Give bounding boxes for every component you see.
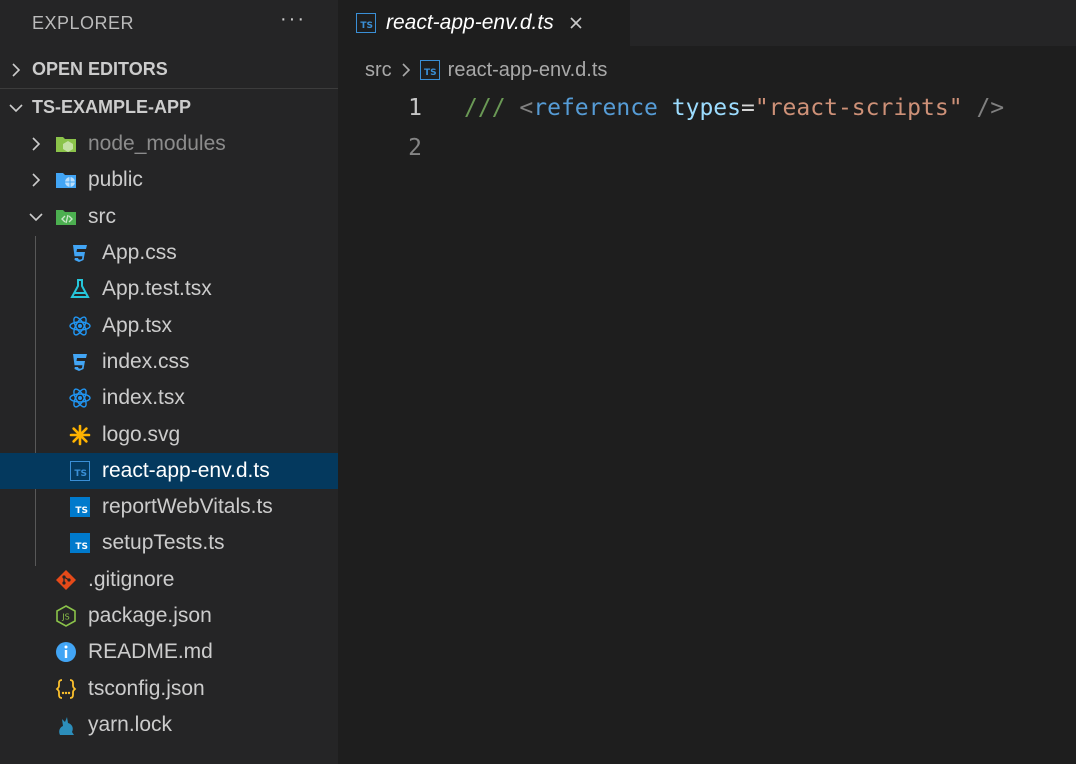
editor-tab-bar: TS react-app-env.d.ts [338, 0, 1076, 46]
tree-file-gitignore[interactable]: .gitignore [0, 562, 338, 598]
chevron-down-icon [28, 209, 50, 225]
typescript-icon: TS [66, 529, 94, 557]
tree-file-index-tsx[interactable]: index.tsx [0, 380, 338, 416]
code-token: /> [976, 95, 1005, 121]
chevron-right-icon [28, 136, 50, 152]
git-icon [52, 566, 80, 594]
tree-folder-public[interactable]: public [0, 162, 338, 198]
open-editors-section[interactable]: OPEN EDITORS [0, 51, 338, 88]
chevron-down-icon [0, 100, 32, 116]
tab-label: react-app-env.d.ts [386, 11, 554, 34]
yarn-cat-icon [52, 711, 80, 739]
tree-label: yarn.lock [88, 712, 173, 736]
tree-label: tsconfig.json [88, 676, 205, 700]
code-token: reference [533, 95, 658, 121]
src-folder-open-icon [52, 203, 80, 231]
tree-file-package-json[interactable]: JS package.json [0, 598, 338, 634]
tree-label: setupTests.ts [102, 531, 225, 555]
breadcrumb-file-label: react-app-env.d.ts [447, 58, 608, 81]
tree-file-app-css[interactable]: App.css [0, 235, 338, 271]
code-token: types [671, 95, 741, 121]
tree-label: index.css [102, 349, 190, 373]
project-section[interactable]: TS-EXAMPLE-APP [0, 88, 338, 126]
tree-file-app-test[interactable]: App.test.tsx [0, 271, 338, 307]
explorer-sidebar: EXPLORER ··· OPEN EDITORS TS-EXAMPLE-APP… [0, 0, 338, 764]
css-icon [66, 239, 94, 267]
tree-file-setup-tests[interactable]: TS setupTests.ts [0, 525, 338, 561]
tab-react-app-env[interactable]: TS react-app-env.d.ts [338, 0, 630, 46]
explorer-title: EXPLORER [32, 12, 135, 33]
typescript-icon: TS [66, 493, 94, 521]
tree-folder-node-modules[interactable]: node_modules [0, 126, 338, 162]
chevron-right-icon [28, 172, 50, 188]
nodejs-icon: JS [52, 602, 80, 630]
tree-label: node_modules [88, 132, 226, 156]
tree-label: App.test.tsx [102, 277, 212, 301]
typescript-icon: TS [66, 457, 94, 485]
tree-folder-src[interactable]: src [0, 199, 338, 235]
react-icon [66, 384, 94, 412]
tree-file-app-tsx[interactable]: App.tsx [0, 307, 338, 343]
tree-label: logo.svg [102, 422, 181, 446]
tree-label: App.css [102, 241, 177, 265]
tree-file-report-web-vitals[interactable]: TS reportWebVitals.ts [0, 489, 338, 525]
code-line: 2 [338, 128, 1076, 168]
tree-label: src [88, 204, 116, 228]
css-icon [66, 348, 94, 376]
tree-file-yarn-lock[interactable]: yarn.lock [0, 707, 338, 743]
open-editors-label: OPEN EDITORS [32, 59, 168, 79]
breadcrumb-file[interactable]: TS react-app-env.d.ts [419, 58, 608, 82]
tree-file-index-css[interactable]: index.css [0, 344, 338, 380]
code-token: = [741, 95, 755, 121]
breadcrumb: src TS react-app-env.d.ts [338, 52, 607, 88]
svg-star-icon [66, 421, 94, 449]
tree-file-tsconfig[interactable]: tsconfig.json [0, 670, 338, 706]
project-label: TS-EXAMPLE-APP [32, 97, 192, 117]
tree-label: README.md [88, 640, 213, 664]
nodejs-folder-icon [52, 130, 80, 158]
line-number: 1 [408, 95, 422, 121]
tree-file-readme[interactable]: README.md [0, 634, 338, 670]
tree-file-logo-svg[interactable]: logo.svg [0, 416, 338, 452]
chevron-right-icon [0, 62, 32, 78]
line-number: 2 [408, 135, 422, 161]
info-icon [52, 638, 80, 666]
tree-label: react-app-env.d.ts [102, 458, 270, 482]
tree-label: reportWebVitals.ts [102, 495, 273, 519]
tree-label: public [88, 168, 143, 192]
tree-label: index.tsx [102, 386, 185, 410]
close-icon[interactable] [566, 13, 586, 33]
typescript-icon: TS [356, 13, 376, 33]
code-editor[interactable]: 1 /// < reference types = "react-scripts" /… [338, 88, 1076, 168]
public-folder-icon [52, 166, 80, 194]
tree-file-react-app-env[interactable]: TS react-app-env.d.ts [0, 452, 338, 489]
tree-label: App.tsx [102, 313, 173, 337]
more-actions-button[interactable]: ··· [280, 8, 306, 31]
typescript-icon: TS [419, 60, 440, 80]
tree-label: .gitignore [88, 567, 175, 591]
code-token: < [519, 95, 534, 121]
flask-icon [66, 275, 94, 303]
code-line: 1 /// < reference types = "react-scripts" /… [338, 88, 1076, 128]
breadcrumb-folder[interactable]: src [365, 59, 392, 82]
code-token: /// [464, 95, 506, 121]
code-token: "react-scripts" [754, 95, 963, 121]
json-braces-icon [52, 675, 80, 703]
explorer-header: EXPLORER ··· [0, 0, 338, 46]
svg-text:JS: JS [61, 613, 69, 622]
tree-label: package.json [88, 604, 212, 627]
react-icon [66, 312, 94, 340]
chevron-right-icon [398, 62, 414, 78]
